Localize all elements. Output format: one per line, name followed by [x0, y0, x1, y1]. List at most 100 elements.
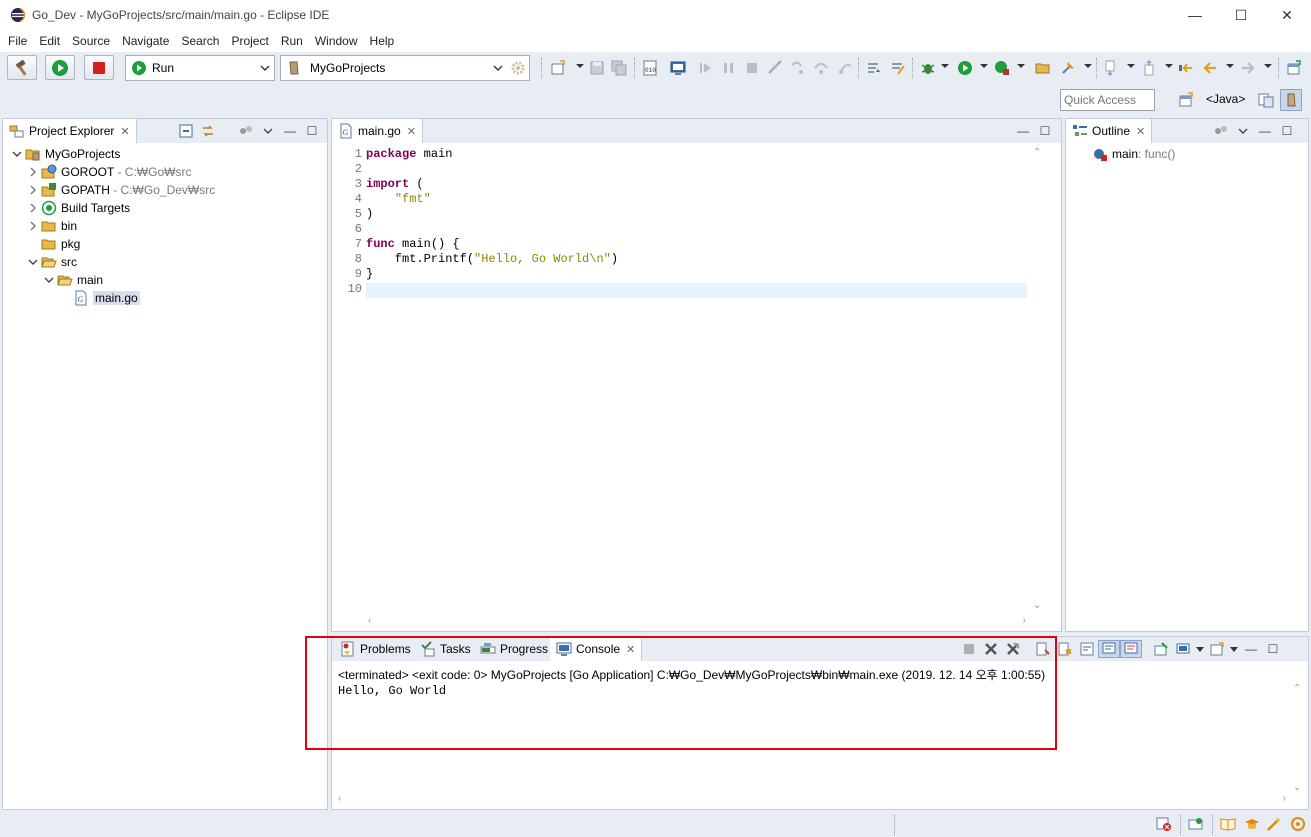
tree-item[interactable]: GOROOT - C:₩Go₩src	[25, 163, 191, 181]
run-button[interactable]	[45, 55, 75, 80]
tree-item[interactable]: main	[41, 271, 103, 289]
link-with-editor-icon[interactable]	[197, 122, 219, 140]
menu-window[interactable]: Window	[309, 31, 364, 51]
go-perspective-button[interactable]	[1280, 89, 1302, 111]
chevron-down-icon[interactable]	[980, 64, 988, 68]
binary-icon[interactable]: 010	[642, 60, 658, 76]
open-console-icon[interactable]	[1206, 640, 1228, 658]
build-button[interactable]	[7, 55, 37, 80]
forward-icon[interactable]	[1240, 60, 1256, 76]
back-icon[interactable]	[1202, 60, 1218, 76]
terminal-icon[interactable]	[670, 60, 686, 76]
quick-access-input[interactable]	[1060, 89, 1155, 111]
drop-to-frame-icon[interactable]	[866, 60, 882, 76]
remove-all-launches-icon[interactable]	[1002, 640, 1024, 658]
prev-annotation-icon[interactable]	[1142, 59, 1158, 76]
outline-item[interactable]: main : func()	[1092, 145, 1175, 163]
maximize-button[interactable]: ☐	[1218, 0, 1264, 30]
console-vertical-scrollbar[interactable]: ⌃ ⌄	[1290, 683, 1307, 795]
stop-button[interactable]	[84, 55, 114, 80]
terminate-icon[interactable]	[958, 640, 980, 658]
scroll-up-icon[interactable]: ⌃	[1293, 683, 1301, 694]
last-edit-icon[interactable]	[1178, 60, 1194, 76]
menu-source[interactable]: Source	[66, 31, 116, 51]
show-on-stdout-icon[interactable]	[1098, 640, 1120, 658]
word-wrap-icon[interactable]	[1076, 640, 1098, 658]
tab-tasks[interactable]: Tasks	[414, 637, 477, 661]
chevron-down-icon[interactable]	[9, 145, 25, 163]
menu-project[interactable]: Project	[225, 31, 274, 51]
maximize-view-icon[interactable]: ☐	[1034, 122, 1056, 140]
menu-help[interactable]: Help	[364, 31, 401, 51]
new-icon[interactable]	[550, 60, 566, 76]
pin-icon[interactable]	[1060, 60, 1076, 76]
chevron-down-icon[interactable]	[25, 253, 41, 271]
chevron-down-icon[interactable]	[1264, 64, 1272, 68]
chevron-right-icon[interactable]	[25, 181, 41, 199]
scroll-right-icon[interactable]: ›	[1023, 615, 1026, 626]
tab-problems[interactable]: Problems	[334, 637, 417, 661]
launch-config-select[interactable]: MyGoProjects	[280, 55, 530, 81]
chevron-right-icon[interactable]	[25, 163, 41, 181]
scroll-down-icon[interactable]: ⌄	[1033, 600, 1041, 611]
run-icon[interactable]	[957, 60, 973, 76]
save-all-icon[interactable]	[611, 60, 627, 76]
tab-main-go[interactable]: G main.go ✕	[332, 119, 423, 143]
minimize-view-icon[interactable]: —	[1012, 122, 1034, 140]
magic-wand-icon[interactable]	[1266, 816, 1282, 832]
suspend-icon[interactable]	[721, 60, 737, 76]
save-icon[interactable]	[589, 60, 605, 76]
tree-item[interactable]: Gmain.go	[57, 289, 140, 307]
terminate-icon[interactable]	[744, 60, 760, 76]
remove-launch-icon[interactable]	[980, 640, 1002, 658]
view-menu-icon[interactable]	[257, 122, 279, 140]
debug-icon[interactable]	[920, 60, 936, 76]
scroll-up-icon[interactable]: ⌃	[1033, 147, 1041, 158]
scroll-lock-icon[interactable]	[1054, 640, 1076, 658]
console-horizontal-scrollbar[interactable]: ‹ ›	[334, 791, 1290, 808]
chevron-down-icon[interactable]	[1127, 64, 1135, 68]
clear-console-icon[interactable]	[1032, 640, 1054, 658]
maximize-view-icon[interactable]: ☐	[1262, 640, 1284, 658]
open-perspective-icon[interactable]	[1286, 60, 1302, 76]
menu-run[interactable]: Run	[275, 31, 309, 51]
view-menu-icon[interactable]	[1232, 122, 1254, 140]
tree-item[interactable]: GOPATH - C:₩Go_Dev₩src	[25, 181, 215, 199]
scroll-left-icon[interactable]: ‹	[368, 615, 371, 626]
menu-edit[interactable]: Edit	[33, 31, 66, 51]
tree-item[interactable]: Build Targets	[25, 199, 130, 217]
close-icon[interactable]: ✕	[1136, 125, 1145, 138]
collapse-all-icon[interactable]	[175, 122, 197, 140]
display-console-icon[interactable]	[1172, 640, 1194, 658]
chevron-down-icon[interactable]	[1194, 640, 1206, 658]
disconnect-icon[interactable]	[767, 60, 783, 76]
tab-console[interactable]: Console ✕	[550, 637, 643, 661]
show-on-stderr-icon[interactable]	[1120, 640, 1142, 658]
scroll-down-icon[interactable]: ⌄	[1293, 782, 1301, 793]
maximize-view-icon[interactable]: ☐	[301, 122, 323, 140]
external-tools-icon[interactable]	[994, 60, 1010, 76]
remote-connection-icon[interactable]	[1188, 816, 1204, 832]
chevron-down-icon[interactable]	[576, 64, 584, 68]
next-annotation-icon[interactable]	[1103, 60, 1119, 77]
tree-item[interactable]: pkg	[25, 235, 80, 253]
tutorial-icon[interactable]	[1244, 816, 1260, 832]
scroll-right-icon[interactable]: ›	[1283, 793, 1286, 804]
minimize-view-icon[interactable]: —	[1254, 122, 1276, 140]
menu-search[interactable]: Search	[175, 31, 225, 51]
java-perspective-button[interactable]: <Java>	[1202, 90, 1249, 110]
chevron-right-icon[interactable]	[25, 199, 41, 217]
use-step-filters-icon[interactable]	[890, 60, 906, 76]
open-folder-icon[interactable]	[1035, 60, 1051, 76]
step-into-icon[interactable]	[790, 60, 806, 76]
chevron-down-icon[interactable]	[1226, 64, 1234, 68]
scroll-left-icon[interactable]: ‹	[338, 793, 341, 804]
maximize-view-icon[interactable]: ☐	[1276, 122, 1298, 140]
tab-project-explorer[interactable]: Project Explorer ✕	[3, 119, 137, 143]
editor-horizontal-scrollbar[interactable]: ‹ ›	[366, 613, 1030, 630]
chevron-right-icon[interactable]	[25, 217, 41, 235]
editor-vertical-scrollbar[interactable]: ⌃ ⌄	[1030, 147, 1047, 613]
whats-new-icon[interactable]	[1290, 816, 1306, 832]
step-over-icon[interactable]	[813, 60, 829, 76]
chevron-down-icon[interactable]	[1165, 64, 1173, 68]
